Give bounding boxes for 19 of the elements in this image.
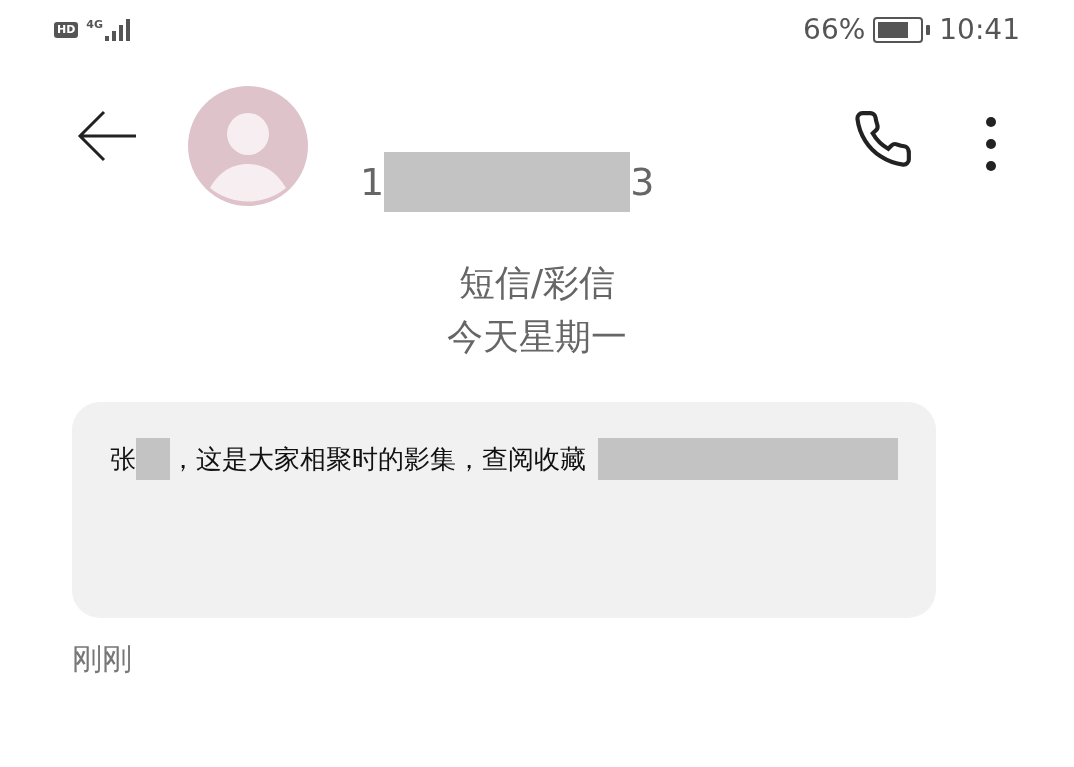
back-button[interactable] (76, 108, 138, 164)
date-label: 今天星期一 (447, 315, 627, 359)
signal-icon (105, 19, 132, 41)
message-time: 刚刚 (72, 640, 133, 678)
hd-icon: HD (54, 22, 79, 38)
call-button[interactable] (852, 108, 914, 170)
more-button[interactable] (984, 116, 998, 172)
channel-label: 短信/彩信 (458, 261, 616, 305)
battery-icon (873, 17, 932, 43)
clock: 10:41 (939, 16, 1020, 44)
message-bubble[interactable]: 张 ，这是大家相聚时的影集，查阅收藏 (72, 402, 936, 618)
redaction-block (136, 438, 170, 480)
network-label: 4G (86, 19, 104, 30)
contact-number: 1 (360, 163, 385, 201)
contact-number: 3 (630, 163, 655, 201)
battery-percent: 66% (803, 16, 866, 44)
message-text: ，这是大家相聚时的影集，查阅收藏 (170, 443, 586, 476)
avatar-icon (188, 86, 308, 206)
message-text: 张 (110, 443, 136, 476)
